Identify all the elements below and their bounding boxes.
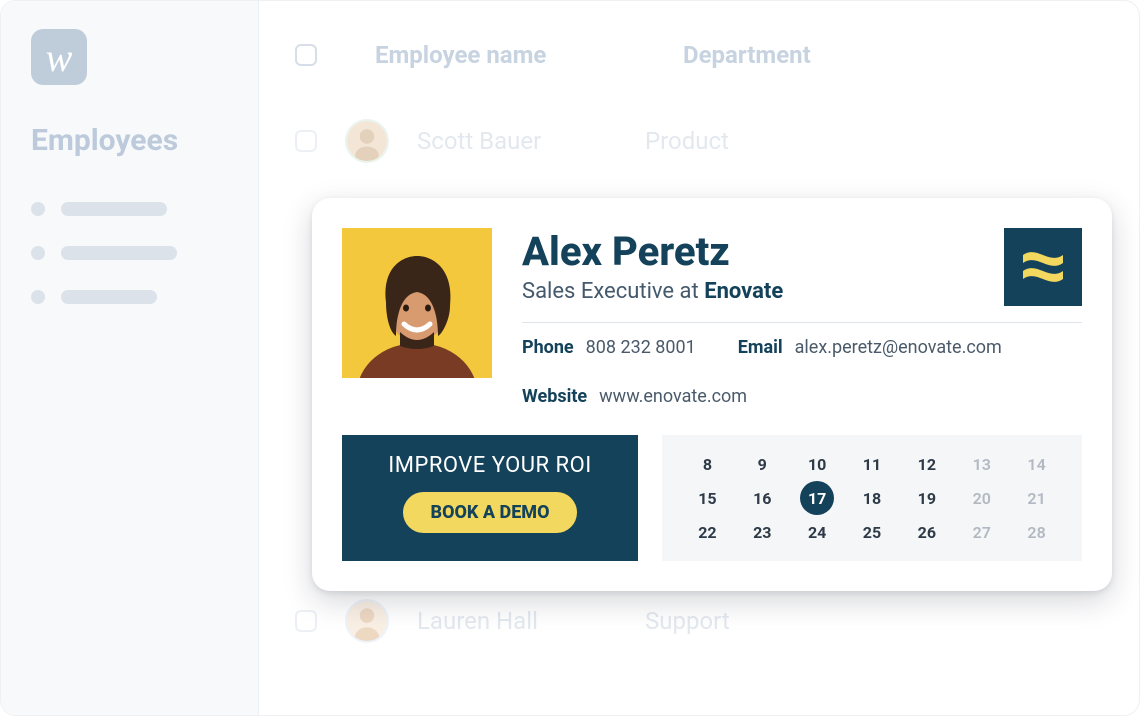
employee-photo [342,228,492,378]
company-name: Enovate [704,279,783,304]
calendar-day[interactable]: 9 [745,447,779,481]
logo-letter: w [46,34,73,81]
table-header: Employee name Department [295,41,1103,69]
cta-banner: IMPROVE YOUR ROI BOOK A DEMO [342,435,638,561]
sidebar-nav-skeleton [31,202,228,304]
calendar-day[interactable]: 28 [1020,515,1054,549]
employee-department: Product [645,127,729,155]
calendar-day[interactable]: 10 [800,447,834,481]
calendar-day[interactable]: 8 [690,447,724,481]
calendar-day[interactable]: 17 [800,481,834,515]
calendar-day[interactable]: 20 [965,481,999,515]
person-name: Alex Peretz [522,228,783,275]
row-checkbox[interactable] [295,610,317,632]
calendar-day[interactable]: 16 [745,481,779,515]
calendar-day[interactable]: 15 [690,481,724,515]
calendar-day[interactable]: 27 [965,515,999,549]
sidebar: w Employees [1,1,259,715]
select-all-checkbox[interactable] [295,44,317,66]
calendar-day[interactable]: 26 [910,515,944,549]
cta-title: IMPROVE YOUR ROI [362,453,618,478]
calendar-day[interactable]: 25 [855,515,889,549]
avatar [345,599,389,643]
employee-department: Support [645,607,730,635]
avatar [345,119,389,163]
calendar-day[interactable]: 18 [855,481,889,515]
email-field: Emailalex.peretz@enovate.com [738,337,1002,358]
calendar-day[interactable]: 14 [1020,447,1054,481]
calendar-day[interactable]: 21 [1020,481,1054,515]
employee-signature-card: Alex Peretz Sales Executive at Enovate [312,198,1112,591]
book-demo-button[interactable]: BOOK A DEMO [403,492,578,533]
person-role: Sales Executive at Enovate [522,279,783,304]
calendar-day[interactable]: 24 [800,515,834,549]
calendar-day[interactable]: 23 [745,515,779,549]
app-logo: w [31,29,87,85]
column-header-name: Employee name [375,41,625,69]
employee-name: Scott Bauer [417,127,617,155]
table-row[interactable]: Lauren Hall Support [295,585,1103,657]
calendar-day[interactable]: 11 [855,447,889,481]
phone-field: Phone808 232 8001 [522,337,696,358]
calendar-day[interactable]: 13 [965,447,999,481]
website-field: Websitewww.enovate.com [522,386,747,407]
sidebar-title: Employees [31,123,228,158]
calendar-day[interactable]: 22 [690,515,724,549]
table-row[interactable]: Scott Bauer Product [295,105,1103,177]
calendar-day[interactable]: 19 [910,481,944,515]
calendar: 89 10 11 12 13 14 15 16 17 18 19 20 21 22 23 24 25 26 27 28 [662,435,1082,561]
column-header-department: Department [683,41,1103,69]
calendar-day[interactable]: 12 [910,447,944,481]
company-logo [1004,228,1082,306]
row-checkbox[interactable] [295,130,317,152]
employee-name: Lauren Hall [417,607,617,635]
